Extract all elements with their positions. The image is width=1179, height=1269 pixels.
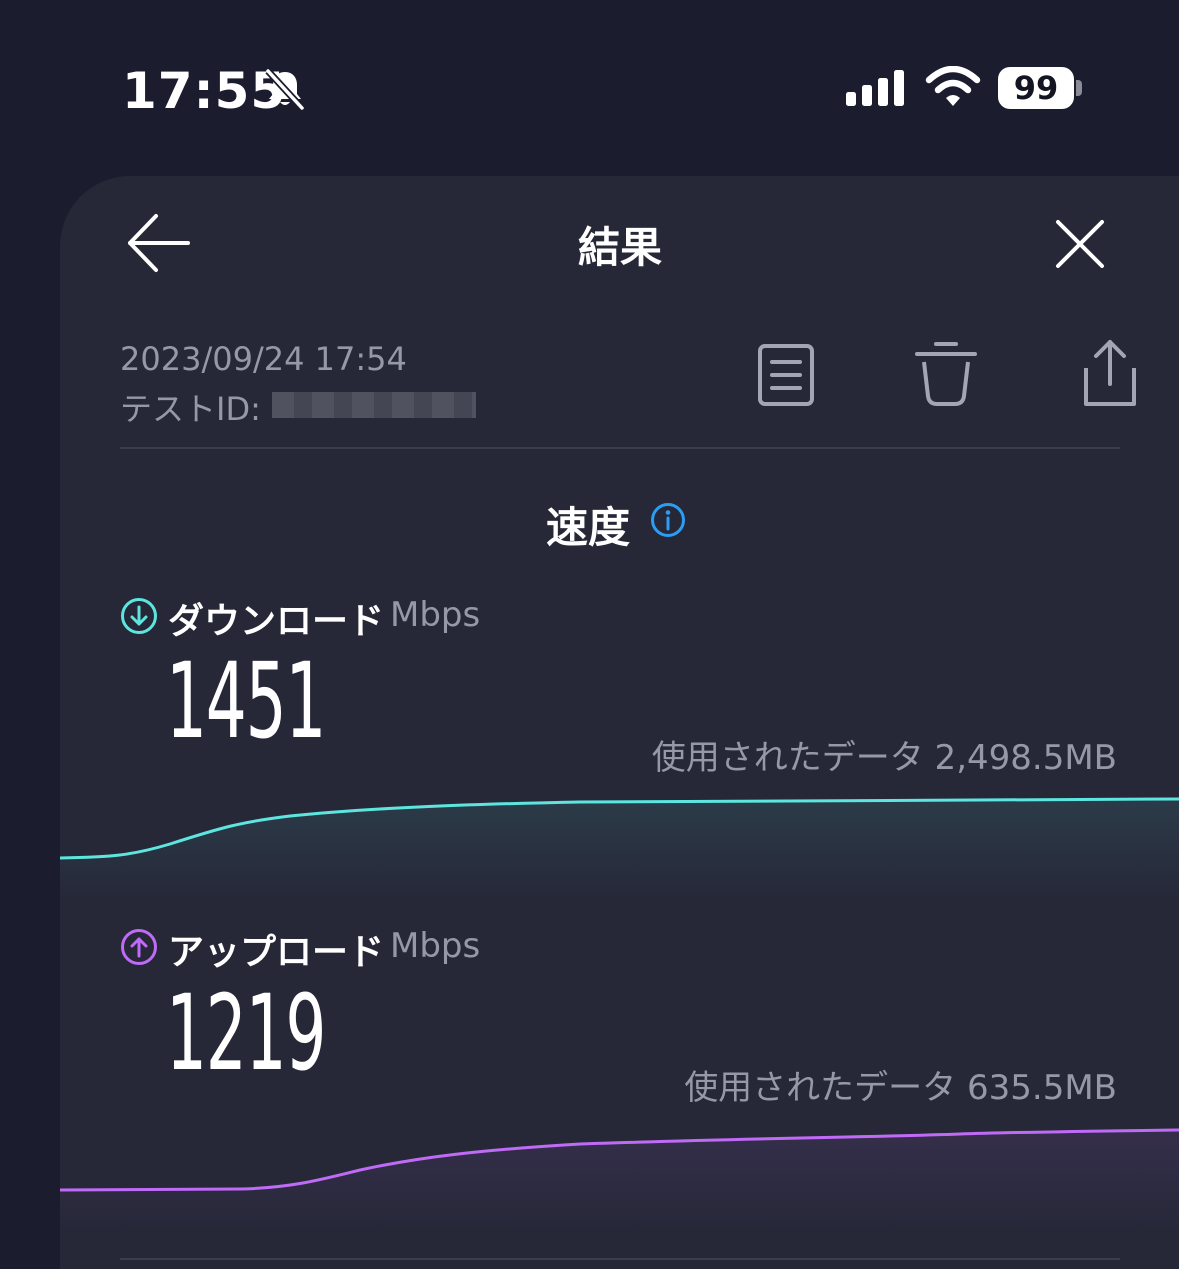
share-icon[interactable] — [1080, 338, 1140, 408]
divider-bottom — [120, 1258, 1120, 1260]
upload-unit: Mbps — [390, 926, 481, 966]
divider-top — [120, 447, 1120, 449]
download-value: 1451 — [166, 640, 326, 762]
download-speed-graph — [60, 797, 1179, 900]
test-id-label: テストID: — [120, 390, 261, 428]
download-label: ダウンロード — [168, 601, 385, 642]
upload-arrow-icon — [121, 929, 157, 965]
upload-speed-graph — [60, 1128, 1179, 1230]
trash-icon[interactable] — [914, 340, 978, 408]
page-title: 結果 — [577, 223, 662, 272]
test-id-redacted — [272, 392, 476, 418]
info-icon[interactable] — [650, 502, 686, 538]
upload-label: アップロード — [168, 932, 385, 973]
close-icon[interactable] — [1052, 216, 1108, 272]
download-unit: Mbps — [390, 595, 481, 635]
upload-data-used: 使用されたデータ 635.5MB — [684, 1068, 1117, 1108]
speed-section-title: 速度 — [546, 503, 631, 552]
cellular-signal-icon — [846, 70, 904, 106]
battery-cap — [1076, 80, 1082, 96]
upload-value: 1219 — [166, 972, 326, 1094]
bell-slash-icon — [265, 68, 305, 111]
test-date: 2023/09/24 17:54 — [120, 340, 407, 378]
download-arrow-icon — [121, 598, 157, 634]
wifi-icon — [925, 66, 981, 106]
battery-indicator: 99 — [998, 67, 1074, 109]
back-arrow-icon[interactable] — [126, 212, 192, 274]
download-data-used: 使用されたデータ 2,498.5MB — [651, 738, 1117, 778]
notes-icon[interactable] — [756, 342, 816, 408]
